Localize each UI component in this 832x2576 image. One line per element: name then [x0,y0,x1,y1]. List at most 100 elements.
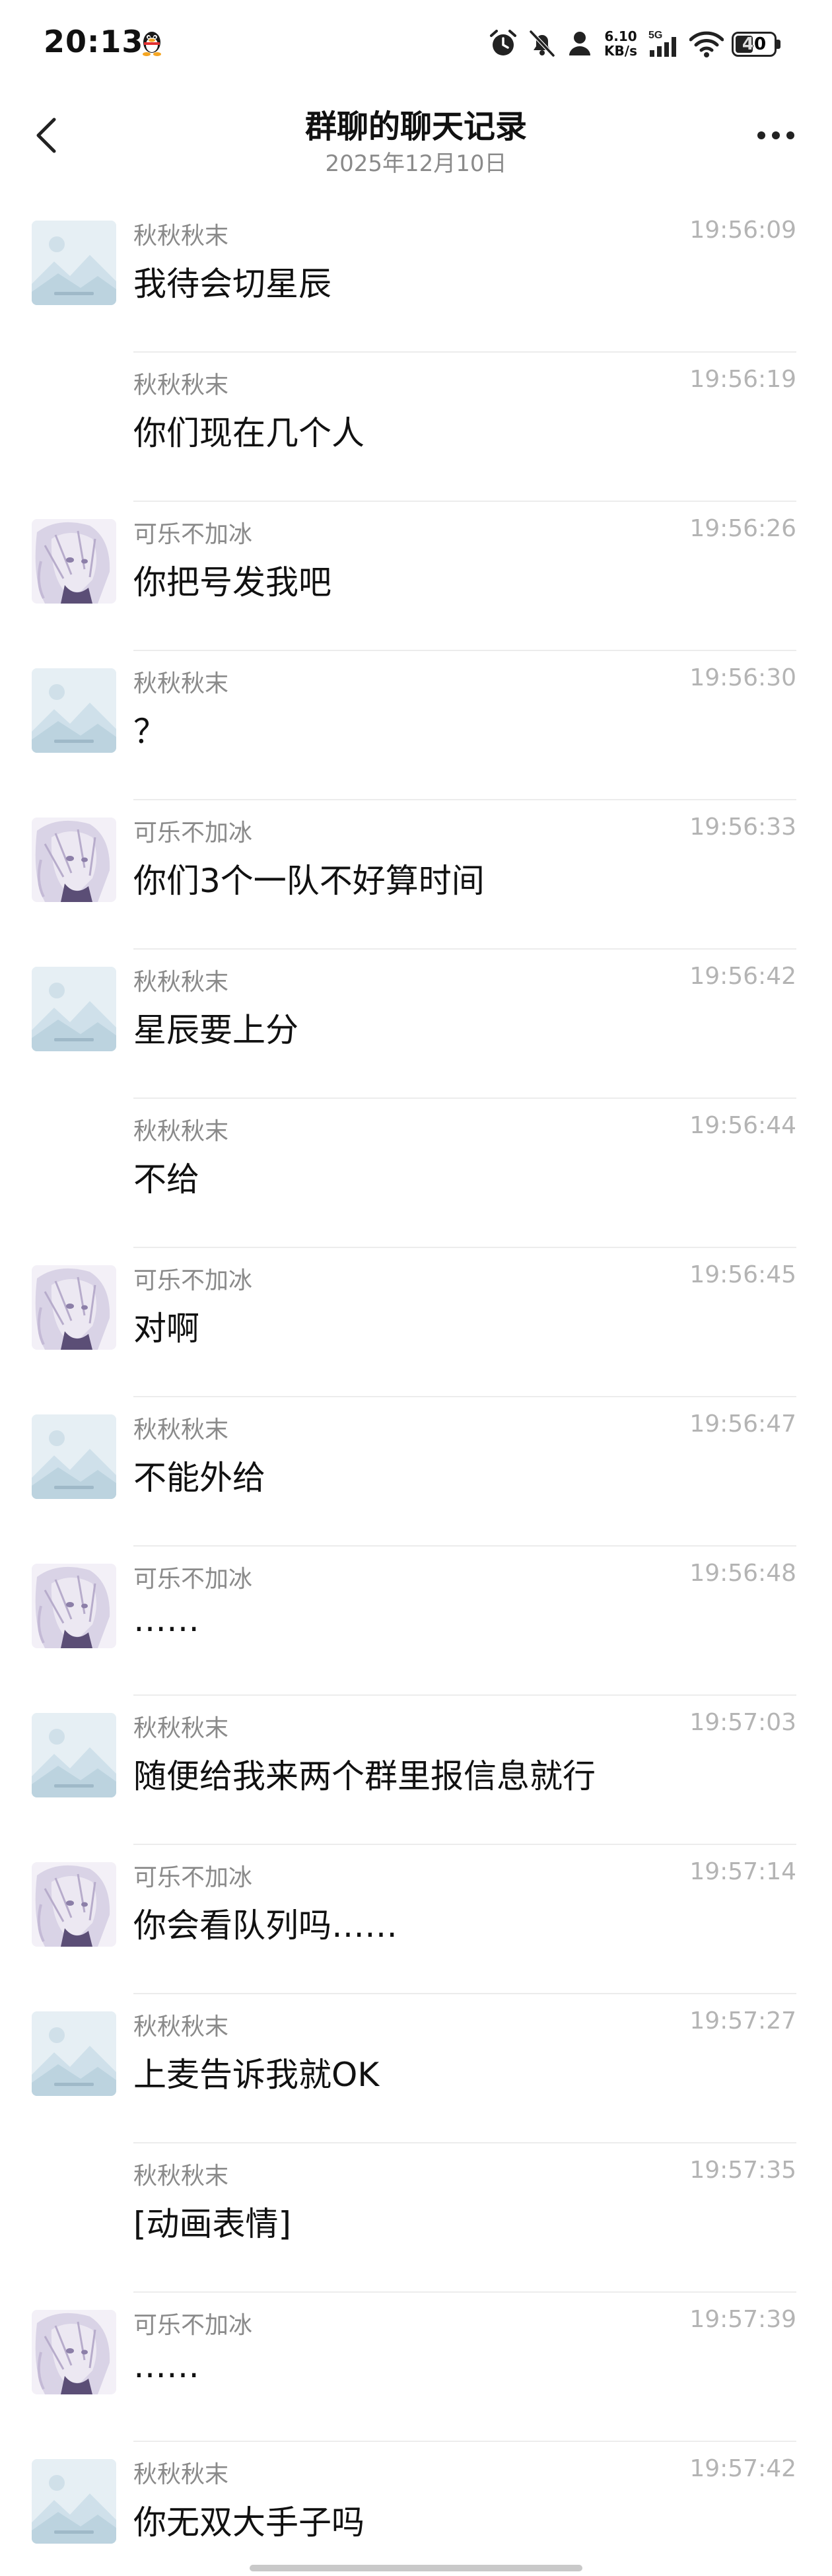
image-placeholder-icon [32,668,116,753]
image-placeholder-icon [32,1414,116,1499]
message-row[interactable]: 秋秋秋末 19:56:09 我待会切星辰 [0,203,832,353]
message-time: 19:56:45 [689,1261,796,1288]
cellular-signal-icon: 5G [648,30,676,57]
avatar[interactable] [32,2011,116,2096]
message-content[interactable]: ？ [133,705,166,753]
message-content[interactable]: 你会看队列吗…… [133,1899,398,1947]
message-row[interactable]: 秋秋秋末 19:56:30 ？ [0,651,832,800]
message-row[interactable]: 可乐不加冰 19:57:14 你会看队列吗…… [0,1845,832,1994]
avatar[interactable] [32,818,116,902]
message-content[interactable]: 上麦告诉我就OK [133,2048,379,2096]
qq-penguin-icon [143,32,161,56]
sender-name: 秋秋秋末 [133,969,229,996]
home-indicator[interactable] [250,2565,582,2571]
net-speed: 6.10 KB/s [604,28,637,59]
message-content[interactable]: 你们3个一队不好算时间 [133,854,485,902]
avatar[interactable] [32,221,116,305]
page-date: 2025年12月10日 [325,151,507,177]
sender-name: 秋秋秋末 [133,670,229,697]
message-content[interactable]: 你们现在几个人 [133,407,364,454]
message-row[interactable]: 秋秋秋末 19:57:27 上麦告诉我就OK [0,1994,832,2143]
sender-name: 可乐不加冰 [133,1566,253,1593]
message-row[interactable]: 秋秋秋末 19:57:42 你无双大手子吗 [0,2442,832,2576]
avatar[interactable] [32,2310,116,2394]
sender-name: 秋秋秋末 [133,2013,229,2040]
message-row[interactable]: 秋秋秋末 19:57:35 [动画表情] [0,2143,832,2293]
message-row[interactable]: 可乐不加冰 19:56:48 …… [0,1547,832,1696]
message-time: 19:57:39 [689,2306,796,2333]
anime-girl-avatar-icon [32,519,116,604]
message-content[interactable]: 你无双大手子吗 [133,2496,364,2544]
sender-name: 可乐不加冰 [133,1864,253,1891]
status-time: 20:13 [44,24,144,59]
image-placeholder-icon [32,1713,116,1797]
message-time: 19:56:33 [689,814,796,841]
message-time: 19:56:30 [689,664,796,691]
avatar[interactable] [32,1564,116,1648]
message-content[interactable]: …… [133,1601,199,1639]
message-row[interactable]: 可乐不加冰 19:56:45 对啊 [0,1248,832,1397]
message-content[interactable]: …… [133,2347,199,2385]
alarm-icon [490,30,516,55]
message-content[interactable]: [动画表情] [133,2198,291,2245]
message-content[interactable]: 星辰要上分 [133,1004,298,1051]
message-row[interactable]: 秋秋秋末 19:57:03 随便给我来两个群里报信息就行 [0,1696,832,1845]
message-content[interactable]: 你把号发我吧 [133,556,331,604]
battery-level: 40 [742,34,767,54]
message-list[interactable]: 秋秋秋末 19:56:09 我待会切星辰 秋秋秋末 19:56:19 你们现在几个人 可乐… [0,203,832,2576]
message-row[interactable]: 秋秋秋末 19:56:44 不给 [0,1099,832,1248]
image-placeholder-icon [32,221,116,305]
message-content[interactable]: 我待会切星辰 [133,258,331,305]
avatar[interactable] [32,2459,116,2544]
message-content[interactable]: 不能外给 [133,1451,265,1499]
anime-girl-avatar-icon [32,1564,116,1648]
more-dot-icon [757,131,765,139]
battery-icon: 40 [732,29,780,58]
anime-girl-avatar-icon [32,2310,116,2394]
anime-girl-avatar-icon [32,818,116,902]
sender-name: 秋秋秋末 [133,2163,229,2190]
page-title: 群聊的聊天记录 [304,108,527,145]
message-row[interactable]: 可乐不加冰 19:56:33 你们3个一队不好算时间 [0,800,832,950]
message-time: 19:56:26 [689,515,796,542]
message-time: 19:57:35 [689,2157,796,2184]
message-time: 19:57:14 [689,1858,796,1885]
sender-name: 秋秋秋末 [133,1715,229,1742]
message-time: 19:57:27 [689,2007,796,2035]
avatar[interactable] [32,1862,116,1947]
message-content[interactable]: 对啊 [133,1302,199,1350]
image-placeholder-icon [32,2459,116,2544]
user-icon [569,32,590,55]
message-row[interactable]: 秋秋秋末 19:56:42 星辰要上分 [0,950,832,1099]
sender-name: 秋秋秋末 [133,223,229,250]
chat-history-header: 群聊的聊天记录 2025年12月10日 [0,92,832,191]
anime-girl-avatar-icon [32,1265,116,1350]
more-options-button[interactable] [746,112,806,158]
avatar[interactable] [32,668,116,753]
message-content[interactable]: 不给 [133,1153,199,1201]
message-row[interactable]: 秋秋秋末 19:56:19 你们现在几个人 [0,353,832,502]
avatar[interactable] [32,519,116,604]
message-time: 19:56:47 [689,1410,796,1438]
message-content[interactable]: 随便给我来两个群里报信息就行 [133,1750,596,1797]
message-time: 19:56:09 [689,217,796,244]
sender-name: 可乐不加冰 [133,1267,253,1294]
avatar[interactable] [32,967,116,1051]
message-time: 19:56:19 [689,366,796,393]
sender-name: 秋秋秋末 [133,1416,229,1444]
sender-name: 可乐不加冰 [133,2312,253,2339]
message-row[interactable]: 可乐不加冰 19:56:26 你把号发我吧 [0,502,832,651]
image-placeholder-icon [32,967,116,1051]
avatar[interactable] [32,1713,116,1797]
message-row[interactable]: 可乐不加冰 19:57:39 …… [0,2293,832,2442]
wifi-icon [689,31,724,57]
mute-notification-icon [529,30,555,57]
avatar[interactable] [32,1265,116,1350]
message-time: 19:56:44 [689,1112,796,1139]
message-row[interactable]: 秋秋秋末 19:56:47 不能外给 [0,1397,832,1547]
image-placeholder-icon [32,2011,116,2096]
sender-name: 秋秋秋末 [133,372,229,399]
avatar[interactable] [32,1414,116,1499]
sender-name: 秋秋秋末 [133,2461,229,2488]
sender-name: 可乐不加冰 [133,521,253,548]
